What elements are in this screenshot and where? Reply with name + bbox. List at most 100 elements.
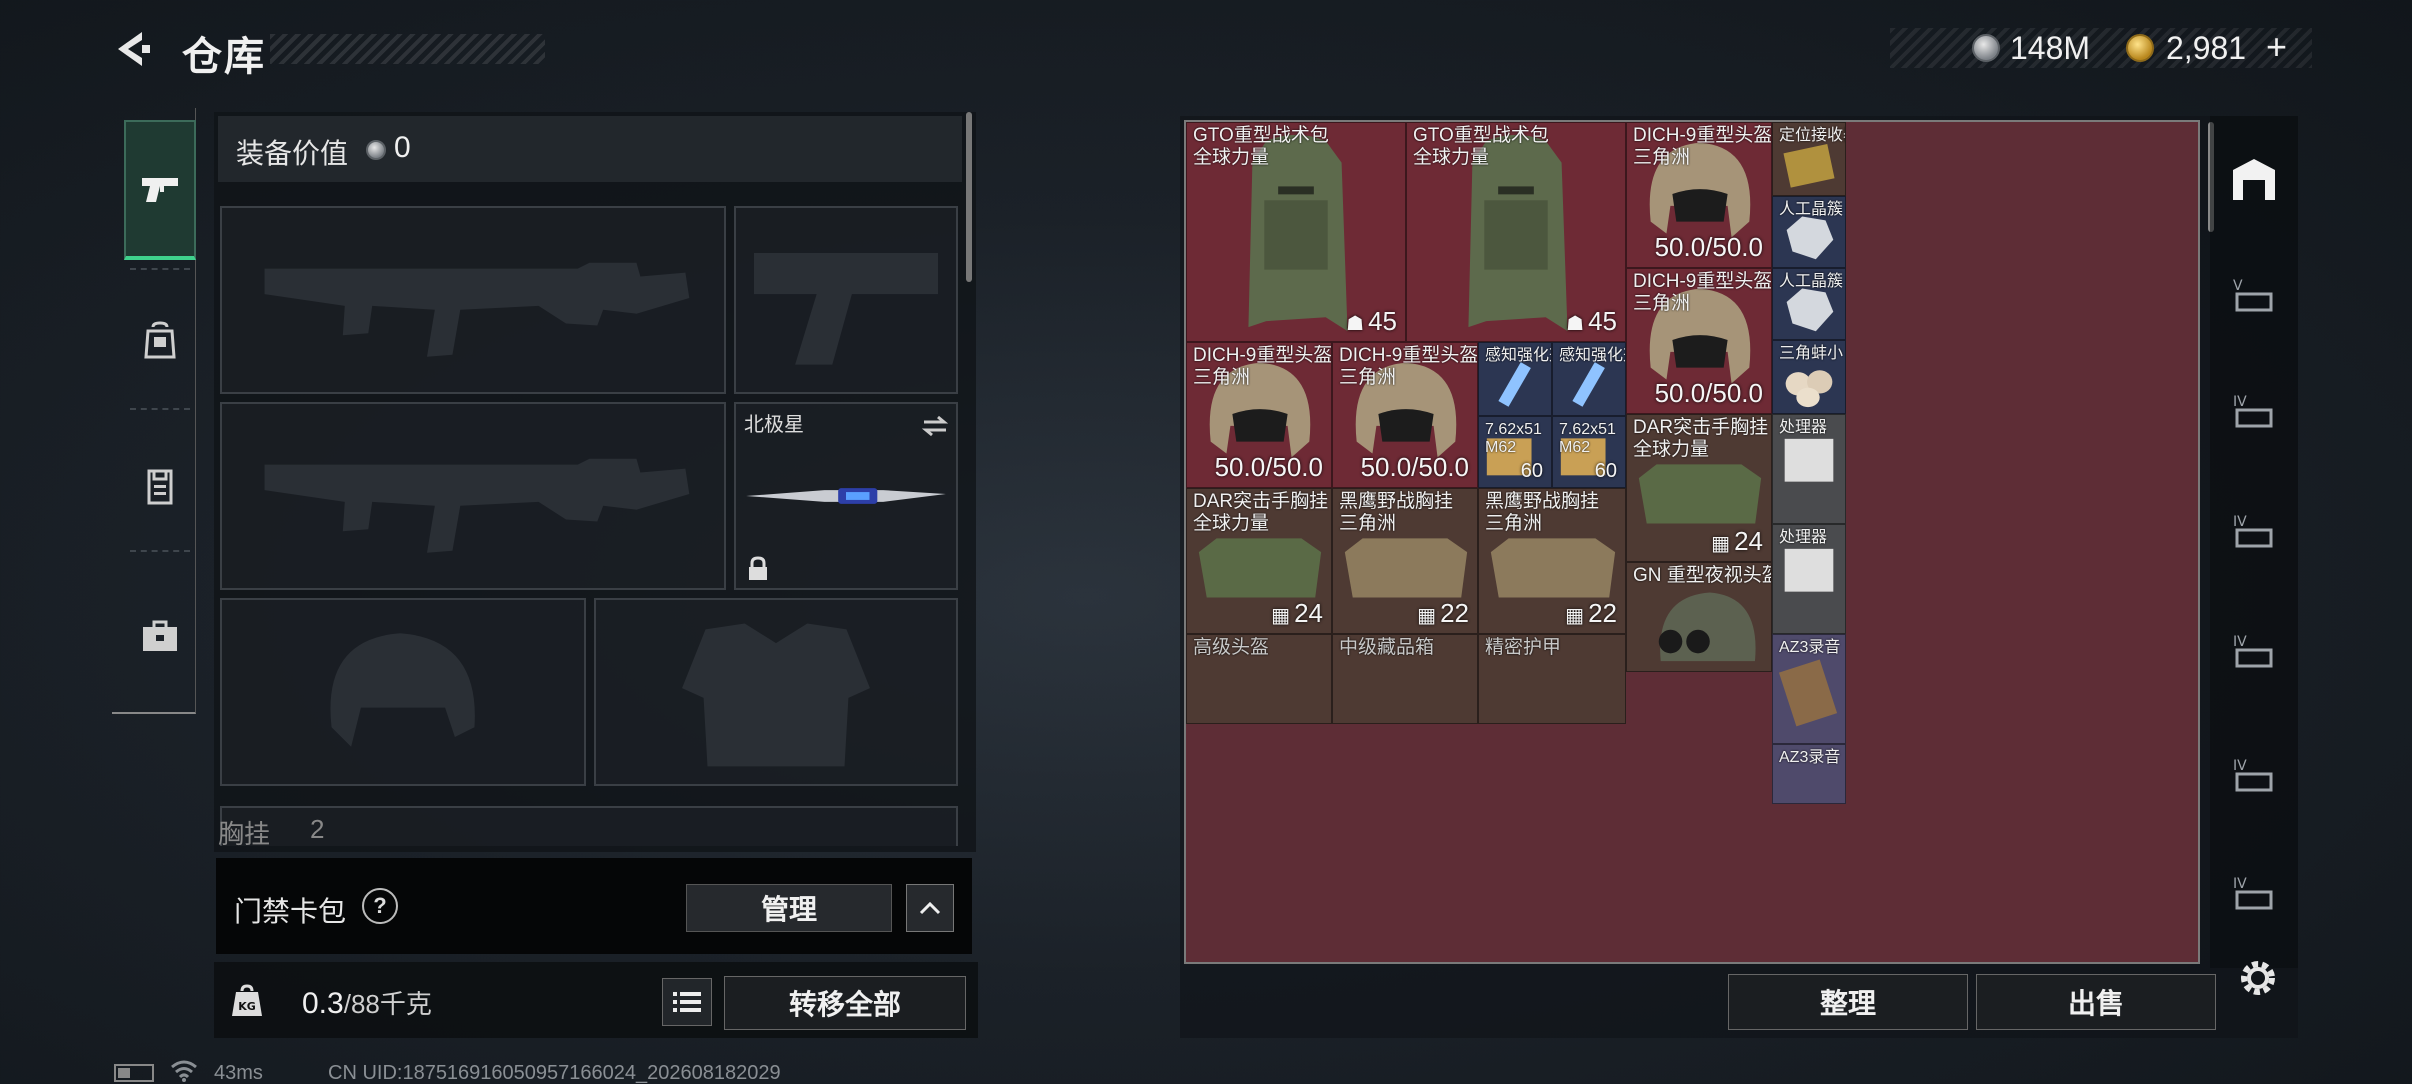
inventory-item[interactable]: 感知强化剂 xyxy=(1478,342,1552,416)
item-faction: 全球力量 xyxy=(1633,439,1710,460)
svg-text:IV: IV xyxy=(2233,514,2247,530)
inventory-item[interactable]: 中级藏品箱 xyxy=(1332,634,1478,724)
storage-tab-v[interactable]: V xyxy=(2224,264,2284,324)
gold-coin-icon xyxy=(2126,34,2154,62)
item-name: GTO重型战术包 xyxy=(1193,125,1329,146)
primary-weapon-slot-1[interactable] xyxy=(220,206,726,394)
transfer-all-button[interactable]: 转移全部 xyxy=(724,976,966,1030)
inventory-item[interactable]: 7.62x51 M62 60 xyxy=(1552,416,1626,488)
manage-button[interactable]: 管理 xyxy=(686,884,892,932)
inventory-item[interactable]: 人工晶簇 xyxy=(1772,196,1846,268)
inventory-item[interactable]: AZ3录音 xyxy=(1772,744,1846,804)
melee-slot[interactable]: 北极星 xyxy=(734,402,958,590)
armor-slot[interactable] xyxy=(594,598,958,786)
item-durability: 50.0/50.0 xyxy=(1654,232,1763,262)
item-capacity: ▦ 24 xyxy=(1711,526,1763,556)
equipment-scrollbar[interactable] xyxy=(966,112,972,282)
item-faction: 全球力量 xyxy=(1193,513,1270,534)
storage-tab-icon: V xyxy=(2233,278,2273,312)
inventory-item[interactable]: 定位接收器 xyxy=(1772,122,1846,196)
item-subname: M62 xyxy=(1485,439,1517,456)
warehouse-icon xyxy=(2233,159,2275,200)
pistol-slot[interactable] xyxy=(734,206,958,394)
storage-tab-iv-4[interactable]: IV xyxy=(2224,744,2284,804)
inventory-item[interactable]: DICH-9重型头盔 三角洲 50.0/50.0 xyxy=(1332,342,1478,488)
add-gold-button[interactable]: + xyxy=(2266,26,2287,68)
chest-rig-slot[interactable] xyxy=(220,806,958,846)
inventory-item[interactable]: 三角蚌小 xyxy=(1772,340,1846,414)
storage-tab-icon: IV xyxy=(2233,514,2273,548)
helmet-silhouette-icon xyxy=(330,633,475,747)
inventory-item[interactable]: 高级头盔 xyxy=(1186,634,1332,724)
item-durability: 50.0/50.0 xyxy=(1360,452,1469,482)
storage-tab-iv-1[interactable]: IV xyxy=(2224,380,2284,440)
silver-amount: 148M xyxy=(2010,30,2091,66)
help-icon[interactable]: ? xyxy=(362,888,398,924)
swap-icon[interactable] xyxy=(920,414,950,438)
inventory-item[interactable]: DICH-9重型头盔 三角洲 50.0/50.0 xyxy=(1626,268,1772,414)
item-name: AZ3录音 xyxy=(1779,639,1841,656)
inventory-item[interactable]: 黑鹰野战胸挂 三角洲 ▦ 22 xyxy=(1332,488,1478,634)
item-faction: 三角洲 xyxy=(1633,293,1691,314)
item-name: 处理器 xyxy=(1779,419,1828,436)
storage-tab-iv-5[interactable]: IV xyxy=(2224,862,2284,922)
helmet-slot[interactable] xyxy=(220,598,586,786)
item-name: DICH-9重型头盔 xyxy=(1633,271,1772,292)
list-icon xyxy=(673,992,701,1012)
item-name: DICH-9重型头盔 xyxy=(1193,345,1332,366)
storage-tab-icon: IV xyxy=(2233,758,2273,792)
inventory-item[interactable]: 处理器 xyxy=(1772,414,1846,524)
item-name: 处理器 xyxy=(1779,529,1828,546)
sell-button[interactable]: 出售 xyxy=(1976,974,2216,1030)
access-card-label: 门禁卡包 xyxy=(234,896,347,927)
svg-text:V: V xyxy=(2233,278,2243,294)
rifle-silhouette-icon xyxy=(264,458,690,553)
gear-icon[interactable] xyxy=(2236,956,2280,1000)
item-name: 定位接收器 xyxy=(1779,127,1845,144)
gold-amount: 2,981 xyxy=(2166,30,2247,66)
item-durability: 50.0/50.0 xyxy=(1214,452,1323,482)
primary-weapon-slot-2[interactable] xyxy=(220,402,726,590)
inventory-item[interactable]: 人工晶簇 xyxy=(1772,268,1846,340)
svg-text:KG: KG xyxy=(238,1000,256,1013)
item-capacity: ☗ 45 xyxy=(1346,306,1397,336)
silver-coin-icon xyxy=(1972,34,2000,62)
item-name: 感知强化剂 xyxy=(1559,347,1625,364)
inventory-item[interactable]: DAR突击手胸挂 全球力量 ▦ 24 xyxy=(1186,488,1332,634)
inventory-item[interactable]: 7.62x51 M62 60 xyxy=(1478,416,1552,488)
item-name: DICH-9重型头盔 xyxy=(1339,345,1478,366)
list-view-button[interactable] xyxy=(662,978,712,1026)
expand-button[interactable] xyxy=(906,884,954,932)
inventory-item[interactable]: DICH-9重型头盔 三角洲 50.0/50.0 xyxy=(1186,342,1332,488)
inventory-item[interactable]: GN 重型夜视头盔 xyxy=(1626,562,1772,672)
item-faction: 三角洲 xyxy=(1633,147,1691,168)
item-name: 精密护甲 xyxy=(1485,637,1562,658)
inventory-item[interactable]: GTO重型战术包 全球力量 ☗ 45 xyxy=(1406,122,1626,342)
storage-tab-main[interactable] xyxy=(2224,150,2284,210)
tab-toolbox[interactable] xyxy=(124,566,196,706)
inventory-item[interactable]: DAR突击手胸挂 全球力量 ▦ 24 xyxy=(1626,414,1772,562)
chest-rig-label: 胸挂 xyxy=(218,819,271,849)
equipment-value-label: 装备价值 xyxy=(236,138,349,169)
item-name: AZ3录音 xyxy=(1779,749,1841,766)
inventory-item[interactable]: AZ3录音 xyxy=(1772,634,1846,744)
item-name: 黑鹰野战胸挂 xyxy=(1339,491,1454,512)
storage-tab-iv-2[interactable]: IV xyxy=(2224,500,2284,560)
inventory-item[interactable]: 精密护甲 xyxy=(1478,634,1626,724)
battery-icon xyxy=(114,1064,154,1082)
inventory-item[interactable]: GTO重型战术包 全球力量 ☗ 45 xyxy=(1186,122,1406,342)
inventory-item[interactable]: 处理器 xyxy=(1772,524,1846,634)
tab-armor[interactable] xyxy=(124,416,196,556)
lock-icon xyxy=(749,556,767,580)
pistol-silhouette-icon xyxy=(754,253,938,365)
weight-readout: 0.3/88千克 xyxy=(302,984,432,1021)
storage-tab-iv-3[interactable]: IV xyxy=(2224,620,2284,680)
inventory-item[interactable]: DICH-9重型头盔 三角洲 50.0/50.0 xyxy=(1626,122,1772,268)
back-arrow-icon[interactable] xyxy=(112,28,154,70)
sort-button[interactable]: 整理 xyxy=(1728,974,1968,1030)
tab-weapons[interactable] xyxy=(124,120,196,260)
tab-backpack[interactable] xyxy=(124,270,196,410)
inventory-item[interactable]: 感知强化剂 xyxy=(1552,342,1626,416)
inventory-item[interactable]: 黑鹰野战胸挂 三角洲 ▦ 22 xyxy=(1478,488,1626,634)
weight-max: /88千克 xyxy=(343,989,432,1019)
